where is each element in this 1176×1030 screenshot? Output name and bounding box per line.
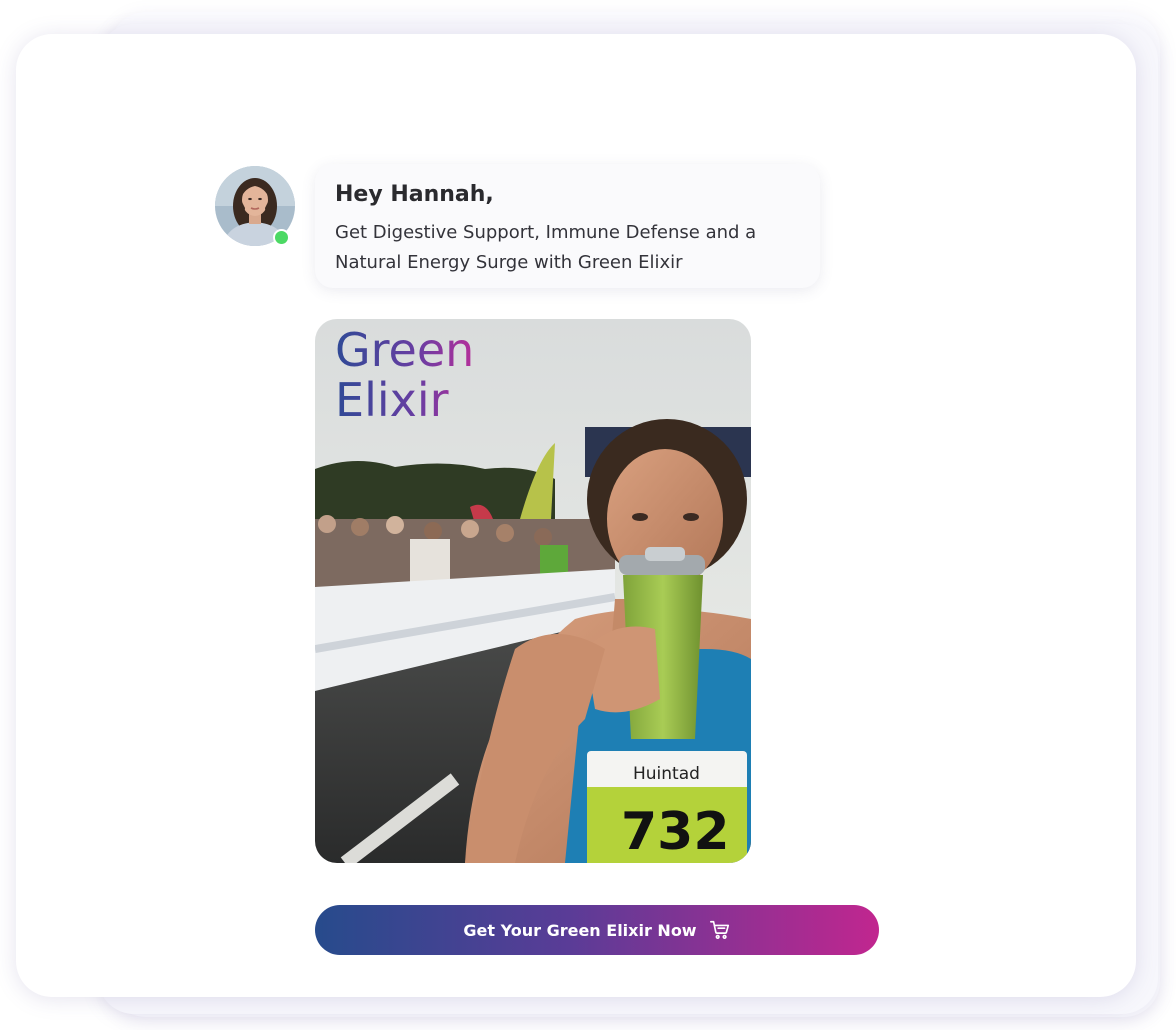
online-status-indicator — [273, 229, 290, 246]
hero-image: Huintad 732 Green Elixir — [315, 319, 751, 863]
product-title: Green Elixir — [335, 325, 474, 425]
bib-brand: Huintad — [633, 764, 700, 784]
email-preview-stage: Hey Hannah, Get Digestive Support, Immun… — [0, 0, 1176, 1030]
message-body: Get Digestive Support, Immune Defense an… — [335, 222, 757, 273]
product-title-line-1: Green — [335, 323, 475, 377]
cta-label: Get Your Green Elixir Now — [463, 920, 697, 940]
greeting-text: Hey Hannah, — [335, 182, 494, 207]
shopping-cart-icon — [709, 919, 731, 941]
message-bubble: Hey Hannah, Get Digestive Support, Immun… — [315, 164, 820, 288]
get-green-elixir-button[interactable]: Get Your Green Elixir Now — [315, 905, 879, 955]
product-title-line-2: Elixir — [335, 373, 449, 427]
bib-number: 732 — [621, 802, 730, 862]
